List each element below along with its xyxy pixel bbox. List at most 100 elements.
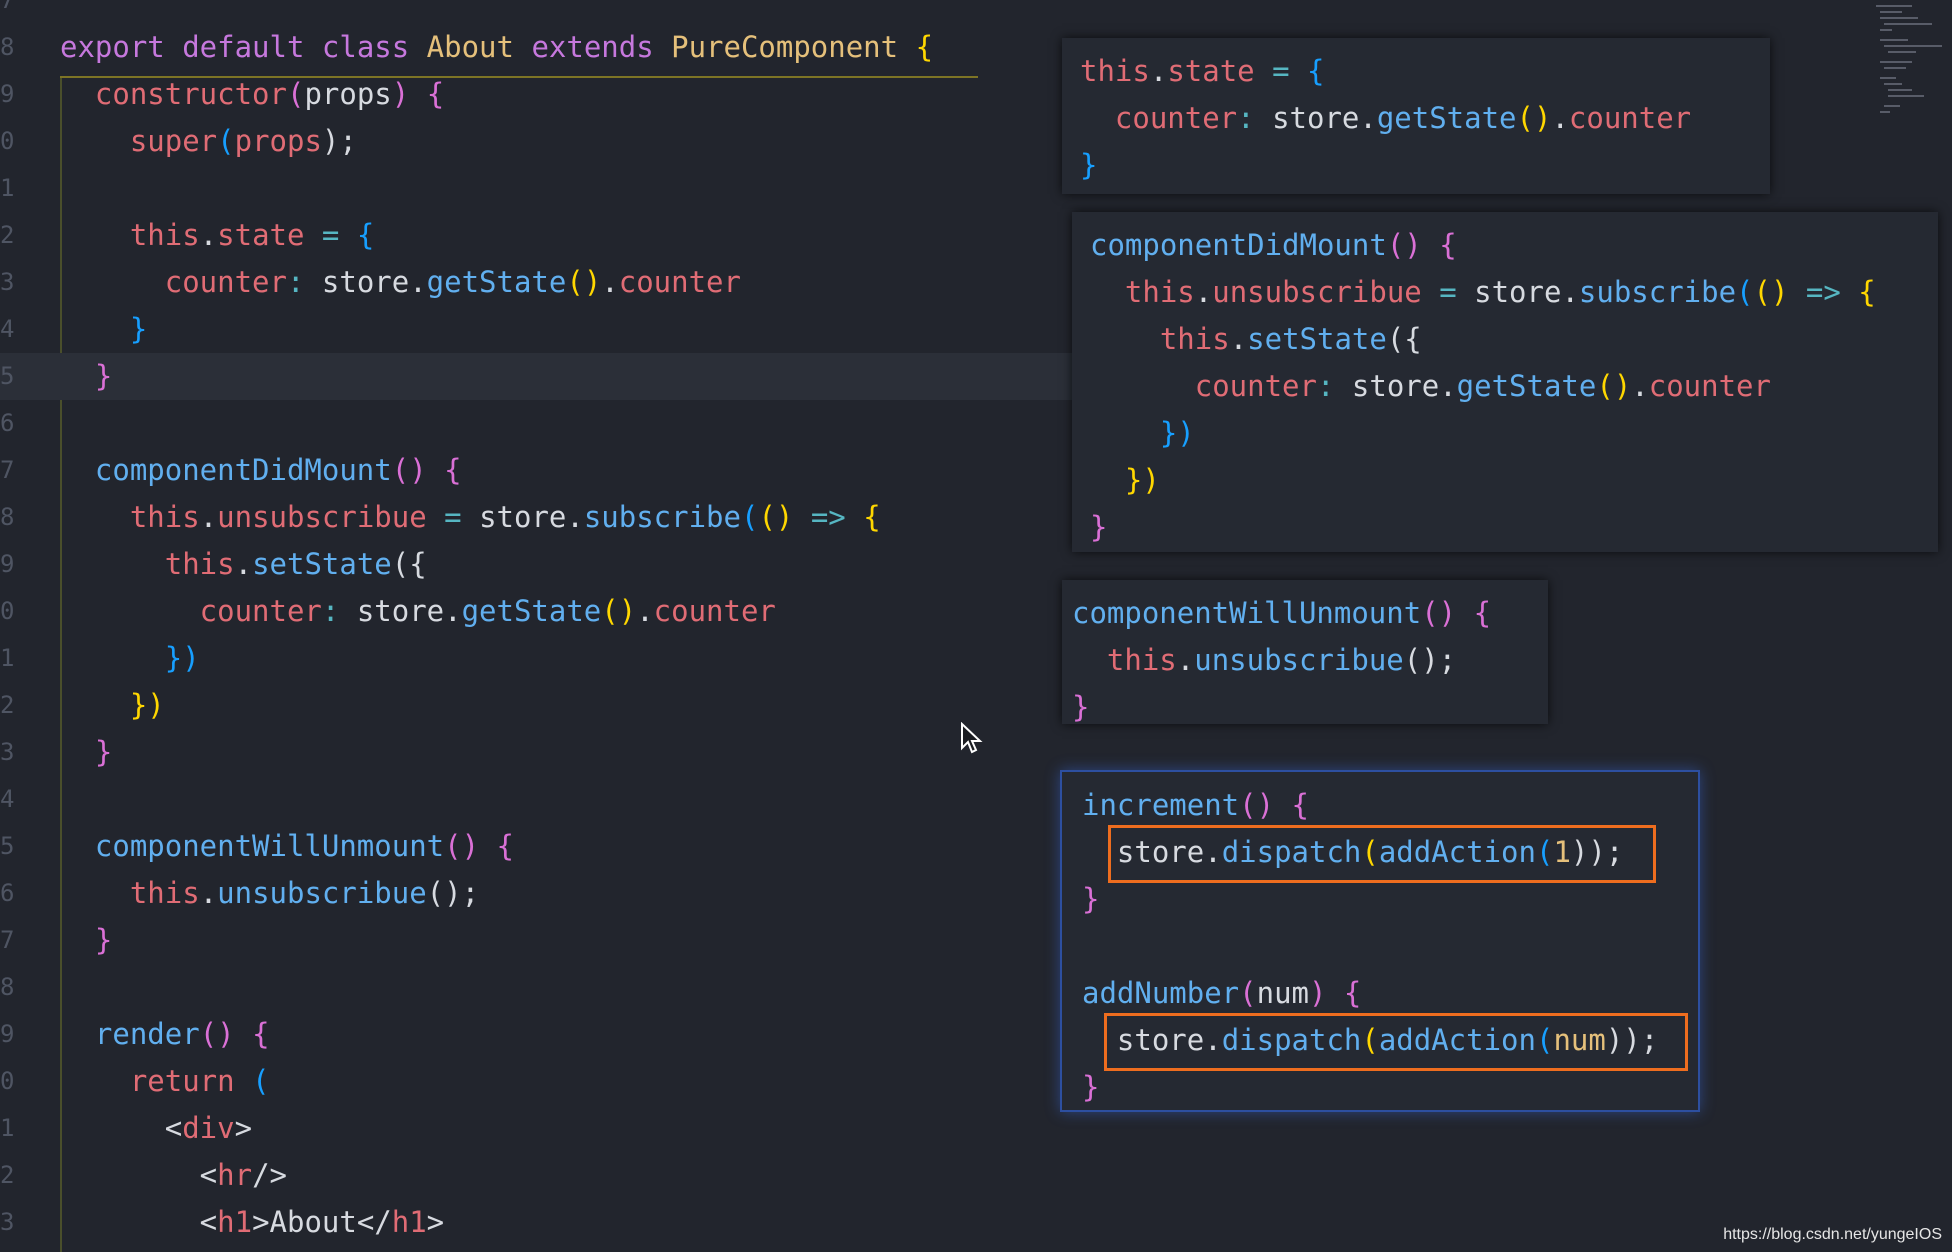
panel-code-line: }) — [1090, 410, 1195, 457]
code-token: > — [234, 1111, 253, 1145]
panel-did-mount: componentDidMount() { this.unsubscribue … — [1072, 212, 1938, 552]
code-line[interactable]: 1 }) — [0, 635, 1080, 682]
code-token: counter — [618, 265, 741, 299]
code-token: }) — [1090, 463, 1160, 497]
code-token: { — [1343, 976, 1362, 1010]
code-line[interactable]: 1 — [0, 165, 1080, 212]
code-line[interactable]: 3 <h1>About</h1> — [0, 1199, 1080, 1246]
mouse-cursor-icon — [961, 722, 983, 754]
code-line[interactable]: 3 counter: store.getState().counter — [0, 259, 1080, 306]
highlight-box — [1108, 825, 1656, 883]
code-token: . — [234, 547, 253, 581]
line-number: 0 — [0, 127, 15, 155]
code-line[interactable]: 7 } — [0, 917, 1080, 964]
code-token: ( — [252, 1064, 270, 1098]
code-token: h1 — [217, 1205, 253, 1239]
code-line[interactable]: 2 this.state = { — [0, 212, 1080, 259]
line-number: 7 — [0, 0, 15, 14]
code-line[interactable]: 9 render() { — [0, 1011, 1080, 1058]
code-line[interactable]: 3 } — [0, 729, 1080, 776]
code-text: this.unsubscribue(); — [60, 870, 479, 917]
code-line[interactable]: 4 } — [0, 306, 1080, 353]
code-token: : — [1316, 369, 1352, 403]
code-line[interactable]: 4 — [0, 776, 1080, 823]
code-token: { — [1307, 54, 1325, 88]
code-token: counter — [653, 594, 776, 628]
line-number: 3 — [0, 268, 15, 296]
code-token: }) — [60, 641, 200, 675]
code-line[interactable]: 5 componentWillUnmount() { — [0, 823, 1080, 870]
code-token: }) — [1090, 416, 1195, 450]
panel-code-line: addNumber(num) { — [1082, 970, 1361, 1017]
line-number: 6 — [0, 409, 15, 437]
code-token: () — [199, 1017, 253, 1051]
code-text: super(props); — [60, 118, 357, 165]
code-line[interactable]: 8 this.unsubscribue = store.subscribe(()… — [0, 494, 1080, 541]
code-line[interactable]: 0 super(props); — [0, 118, 1080, 165]
code-token: = — [1421, 275, 1475, 309]
panel-actions: increment() { store.dispatch(addAction(1… — [1060, 770, 1700, 1112]
line-number: 1 — [0, 174, 15, 202]
line-number: 4 — [0, 315, 15, 343]
code-line[interactable]: 6 — [0, 400, 1080, 447]
line-number: 6 — [0, 879, 15, 907]
minimap[interactable] — [1872, 0, 1952, 120]
code-token: /> — [252, 1158, 287, 1192]
code-line[interactable]: 9 this.setState({ — [0, 541, 1080, 588]
code-token: (); — [1403, 643, 1457, 677]
code-token: componentWillUnmount — [60, 829, 445, 863]
code-text: componentWillUnmount() { — [60, 823, 514, 870]
code-line[interactable]: 0 counter: store.getState().counter — [0, 588, 1080, 635]
code-token: { — [444, 453, 462, 487]
code-token: = — [304, 218, 357, 252]
code-token: => — [793, 500, 864, 534]
code-token: ( — [286, 77, 305, 111]
code-text: this.setState({ — [60, 541, 427, 588]
code-line[interactable]: 7 — [0, 0, 1080, 24]
line-number: 8 — [0, 33, 15, 61]
line-number: 5 — [0, 362, 15, 390]
code-line[interactable]: 7 componentDidMount() { — [0, 447, 1080, 494]
panel-code-line: increment() { — [1082, 782, 1309, 829]
code-token: unsubscribue — [1212, 275, 1422, 309]
code-text: counter: store.getState().counter — [60, 259, 741, 306]
code-token: . — [199, 876, 218, 910]
code-text: <h1>About</h1> — [60, 1199, 444, 1246]
code-text: export default class About extends PureC… — [60, 24, 933, 71]
code-token: } — [60, 923, 113, 957]
line-number: 0 — [0, 597, 15, 625]
code-token: this — [1090, 322, 1230, 356]
code-token: About — [426, 30, 532, 64]
code-token: () — [601, 594, 637, 628]
code-line[interactable]: 8 — [0, 964, 1080, 1011]
code-line[interactable]: 2 }) — [0, 682, 1080, 729]
code-line[interactable]: 6 this.unsubscribue(); — [0, 870, 1080, 917]
code-token: . — [1229, 322, 1248, 356]
code-token: div — [182, 1111, 235, 1145]
line-number: 7 — [0, 456, 15, 484]
code-text: counter: store.getState().counter — [60, 588, 776, 635]
code-token: } — [1090, 510, 1108, 544]
code-text: } — [60, 729, 112, 776]
code-line[interactable]: 8 export default class About extends Pure… — [0, 24, 1080, 71]
code-text: <div> — [60, 1105, 252, 1152]
code-token: componentDidMount — [1090, 228, 1387, 262]
code-token: counter — [1090, 369, 1317, 403]
code-token: { — [863, 500, 881, 534]
code-line[interactable]: 0 return ( — [0, 1058, 1080, 1105]
code-token: { — [252, 1017, 270, 1051]
panel-will-unmount: componentWillUnmount() { this.unsubscrib… — [1062, 580, 1548, 724]
line-number: 0 — [0, 1067, 15, 1095]
code-line[interactable]: 5 } — [0, 353, 1080, 400]
panel-code-line: counter: store.getState().counter — [1080, 95, 1691, 142]
code-line[interactable]: 2 <hr/> — [0, 1152, 1080, 1199]
code-token: . — [199, 500, 218, 534]
code-line[interactable]: 1 <div> — [0, 1105, 1080, 1152]
code-token: props — [234, 124, 322, 158]
code-line[interactable]: 9 constructor(props) { — [0, 71, 1080, 118]
code-token: unsubscribue — [1194, 643, 1404, 677]
highlight-box — [1104, 1013, 1688, 1071]
code-token: ({ — [1386, 322, 1422, 356]
line-number: 5 — [0, 832, 15, 860]
code-token: state — [1167, 54, 1255, 88]
